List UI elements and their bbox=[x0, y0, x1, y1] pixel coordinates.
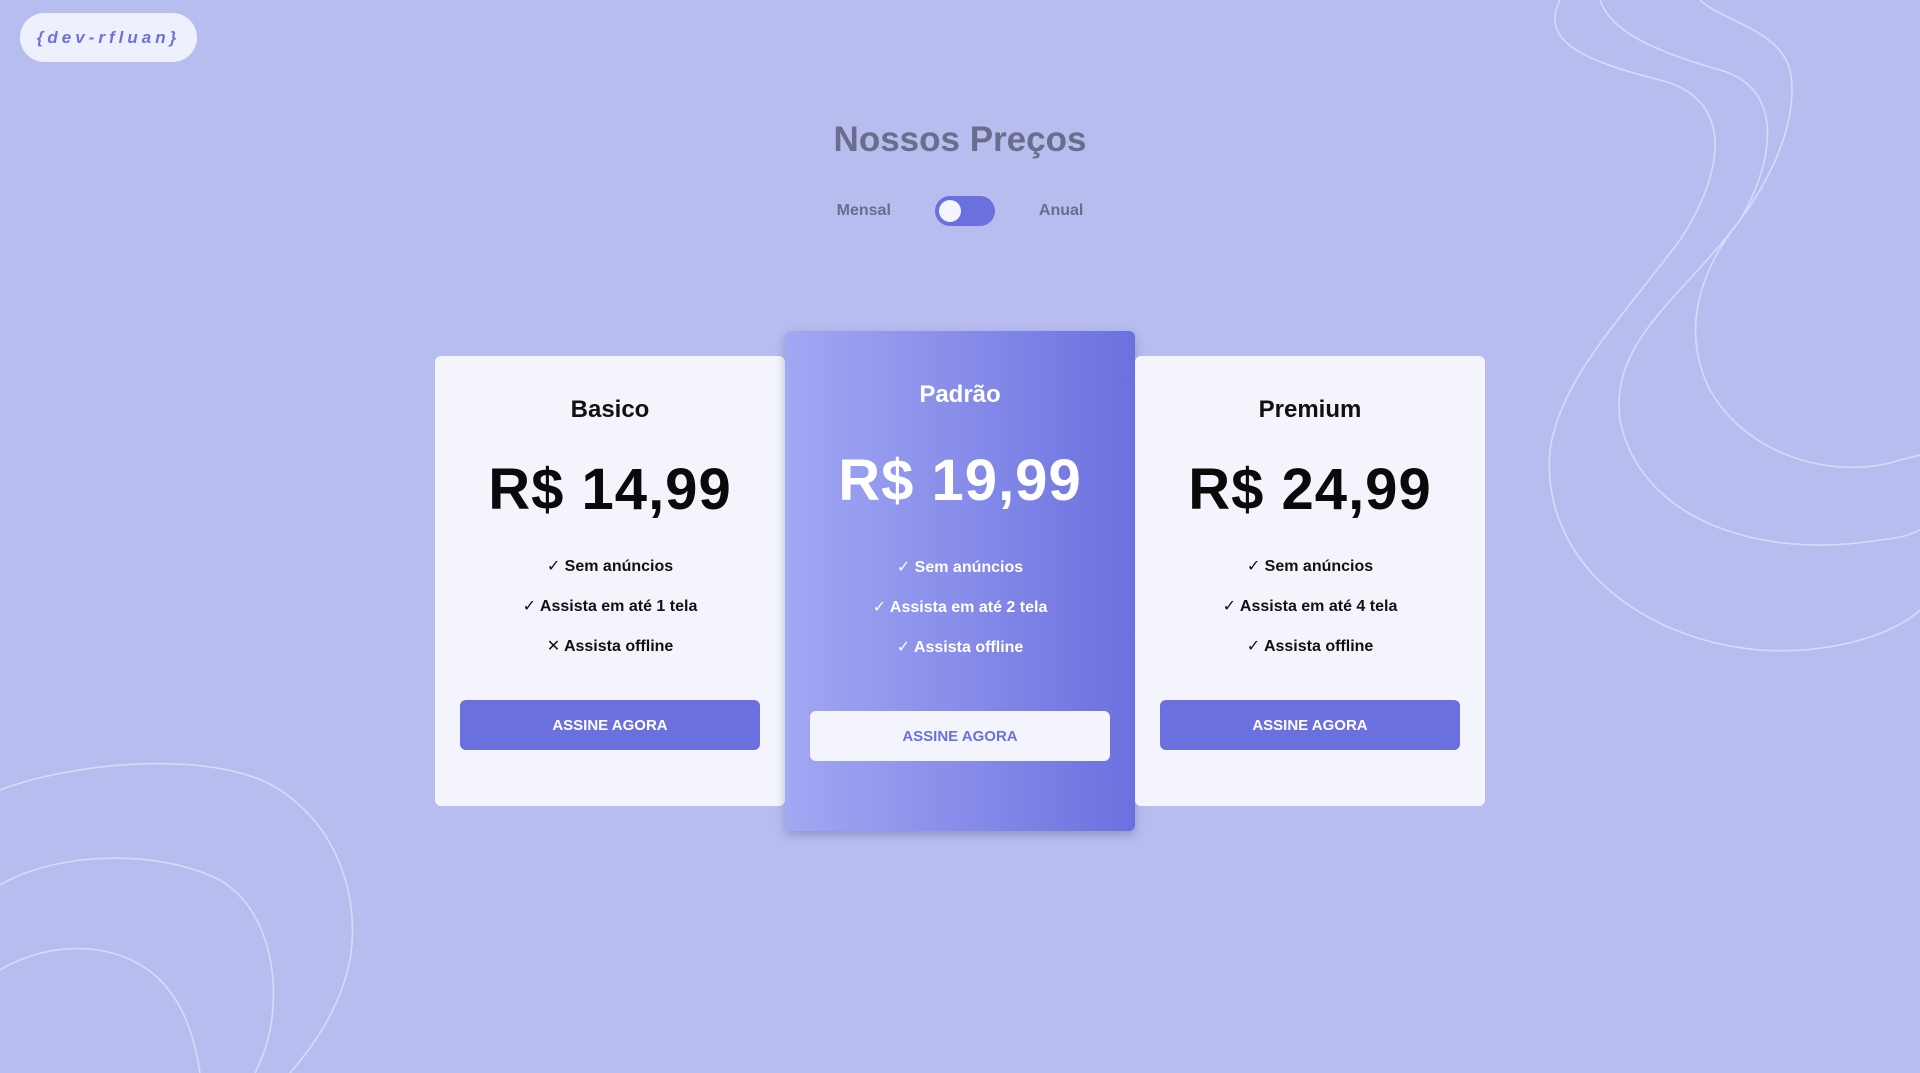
feature-list: ✓ Sem anúncios ✓ Assista em até 2 tela ✓… bbox=[785, 558, 1135, 678]
feature-item: ✕ Assista offline bbox=[546, 638, 674, 655]
feature-item: ✓ Assista offline bbox=[896, 639, 1024, 656]
feature-list: ✓ Sem anúncios ✓ Assista em até 4 tela ✓… bbox=[1135, 557, 1485, 677]
feature-item: ✓ Sem anúncios bbox=[896, 559, 1024, 576]
plan-price: R$ 24,99 bbox=[1188, 457, 1432, 522]
toggle-label-annual: Anual bbox=[1038, 202, 1084, 219]
plan-card-premium: Premium R$ 24,99 ✓ Sem anúncios ✓ Assist… bbox=[1135, 356, 1485, 806]
billing-toggle-row: Mensal Anual bbox=[0, 196, 1920, 226]
feature-item: ✓ Sem anúncios bbox=[1246, 558, 1374, 575]
brand-logo: {dev-rfluan} bbox=[20, 13, 197, 62]
plan-card-standard: Padrão R$ 19,99 ✓ Sem anúncios ✓ Assista… bbox=[785, 331, 1135, 831]
plan-name: Premium bbox=[1258, 396, 1362, 423]
subscribe-button-standard[interactable]: ASSINE AGORA bbox=[810, 711, 1110, 761]
plan-price: R$ 14,99 bbox=[488, 457, 732, 522]
plan-name: Padrão bbox=[919, 381, 1001, 408]
feature-item: ✓ Assista em até 4 tela bbox=[1222, 598, 1398, 615]
feature-item: ✓ Assista em até 2 tela bbox=[872, 599, 1048, 616]
toggle-label-monthly: Mensal bbox=[836, 202, 891, 219]
page-title: Nossos Preços bbox=[833, 120, 1087, 159]
billing-period-toggle[interactable] bbox=[934, 196, 995, 226]
toggle-knob bbox=[938, 200, 961, 222]
feature-item: ✓ Sem anúncios bbox=[546, 558, 674, 575]
feature-item: ✓ Assista em até 1 tela bbox=[522, 598, 698, 615]
plan-name: Basico bbox=[570, 396, 650, 423]
subscribe-button-premium[interactable]: ASSINE AGORA bbox=[1160, 700, 1460, 750]
feature-item: ✓ Assista offline bbox=[1246, 638, 1374, 655]
plan-price: R$ 19,99 bbox=[838, 448, 1082, 513]
plan-card-basic: Basico R$ 14,99 ✓ Sem anúncios ✓ Assista… bbox=[435, 356, 785, 806]
subscribe-button-basic[interactable]: ASSINE AGORA bbox=[460, 700, 760, 750]
feature-list: ✓ Sem anúncios ✓ Assista em até 1 tela ✕… bbox=[435, 557, 785, 677]
